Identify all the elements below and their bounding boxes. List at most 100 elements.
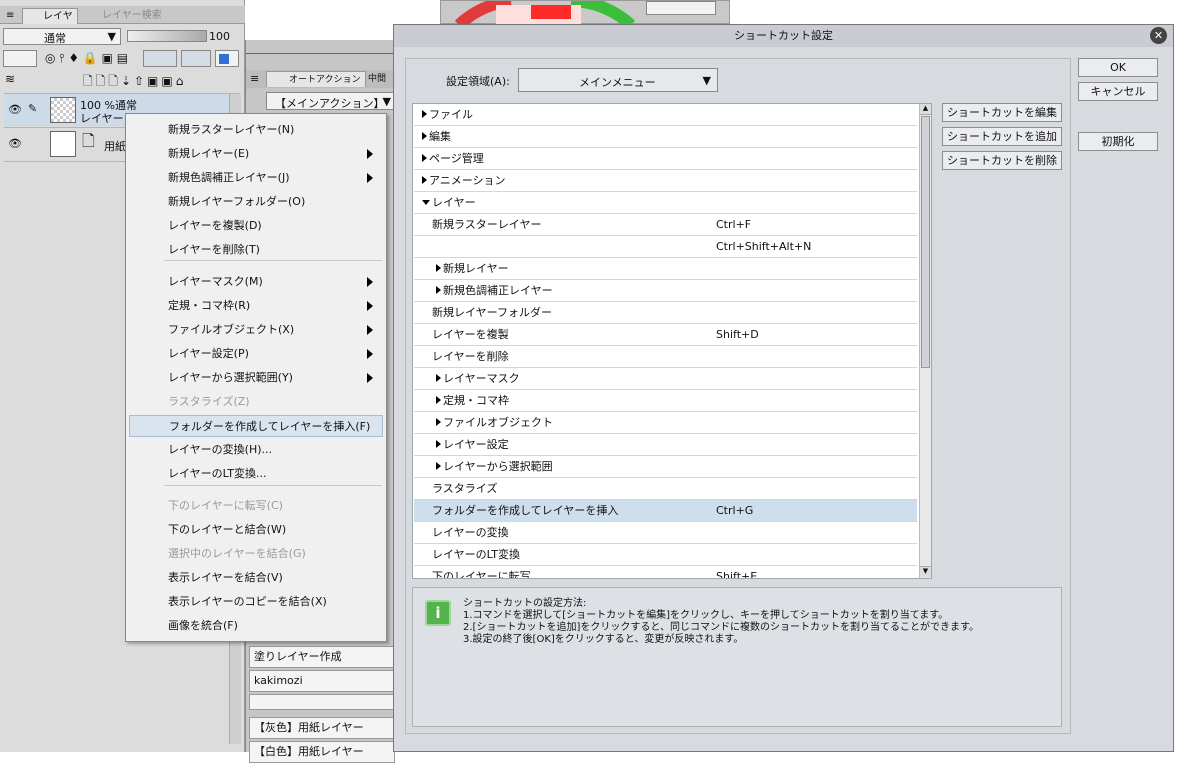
expand-right-icon[interactable] [436,418,441,426]
tree-row[interactable]: 下のレイヤーに転写 Shift+E [414,566,917,578]
tab-layer-search[interactable]: レイヤー検索 [82,8,166,24]
tree-row[interactable]: 新規レイヤー [414,258,917,280]
context-menu-item[interactable]: フォルダーを作成してレイヤーを挿入(F) [129,415,383,437]
opacity-slider[interactable] [127,30,207,42]
tree-row[interactable]: レイヤーマスク [414,368,917,390]
panel-menu-icon[interactable]: ≡ [250,72,259,85]
action-item[interactable] [249,694,395,710]
expand-right-icon[interactable] [436,440,441,448]
expand-right-icon[interactable] [422,110,427,118]
context-menu-item[interactable]: 定規・コマ枠(R) [129,295,383,317]
scroll-thumb[interactable] [921,116,930,368]
tree-row[interactable]: レイヤーの変換 [414,522,917,544]
cancel-button[interactable]: キャンセル [1078,82,1158,101]
delete-shortcut-button[interactable]: ショートカットを削除 [942,151,1062,170]
tree-row[interactable]: レイヤー設定 [414,434,917,456]
layer-color-swatch[interactable] [215,50,239,67]
layer-panel-tabbar: ≡ レイヤー レイヤー検索 [0,6,245,38]
context-menu-item[interactable]: 新規ラスターレイヤー(N) [129,119,383,141]
tree-row-label: ファイルオブジェクト [443,416,553,429]
context-menu-item[interactable]: 下のレイヤーと結合(W) [129,519,383,541]
context-menu-item-label: 新規レイヤー(E) [168,147,250,160]
context-menu-item-label: 表示レイヤーのコピーを結合(X) [168,595,327,608]
context-menu-item[interactable]: レイヤーを複製(D) [129,215,383,237]
tree-row[interactable]: レイヤーを複製 Shift+D [414,324,917,346]
context-menu-item[interactable]: 新規レイヤーフォルダー(O) [129,191,383,213]
tab-intermediate[interactable]: 中間 [364,71,390,87]
reset-button[interactable]: 初期化 [1078,132,1158,151]
context-menu-item[interactable]: レイヤーから選択範囲(Y) [129,367,383,389]
ruler-button[interactable] [181,50,211,67]
context-menu-item[interactable]: 画像を統合(F) [129,615,383,637]
area-select[interactable]: メインメニュー ▼ [518,68,718,92]
expand-right-icon[interactable] [436,374,441,382]
context-menu-item[interactable]: レイヤーの変換(H)... [129,439,383,461]
expand-right-icon[interactable] [422,132,427,140]
pen-tool-button[interactable] [646,1,716,15]
expand-right-icon[interactable] [436,462,441,470]
edit-shortcut-button[interactable]: ショートカットを編集 [942,103,1062,122]
tab-auto-action[interactable]: オートアクション [266,71,366,87]
expand-right-icon[interactable] [436,286,441,294]
tree-row-label: ページ管理 [429,152,484,165]
add-shortcut-button[interactable]: ショートカットを追加 [942,127,1062,146]
tree-row[interactable]: フォルダーを作成してレイヤーを挿入 Ctrl+G [414,500,917,522]
expand-right-icon[interactable] [436,264,441,272]
context-menu-item[interactable]: 表示レイヤーを結合(V) [129,567,383,589]
context-menu-item[interactable]: 新規色調補正レイヤー(J) [129,167,383,189]
action-item[interactable]: 【白色】用紙レイヤー [249,741,395,763]
tree-row[interactable]: 新規色調補正レイヤー [414,280,917,302]
context-menu-item[interactable]: 表示レイヤーのコピーを結合(X) [129,591,383,613]
context-menu-item[interactable]: レイヤーマスク(M) [129,271,383,293]
expand-right-icon[interactable] [436,396,441,404]
tree-row-label: フォルダーを作成してレイヤーを挿入 [432,504,619,517]
eye-icon[interactable]: 👁 [8,103,22,116]
tree-row[interactable]: ページ管理 [414,148,917,170]
context-menu-item[interactable]: レイヤーを削除(T) [129,239,383,261]
expand-right-icon[interactable] [422,176,427,184]
submenu-arrow-icon [367,149,373,159]
scroll-down-icon[interactable]: ▼ [920,566,931,577]
panel-menu-icon[interactable]: ≡ [2,8,18,24]
context-menu-item[interactable]: ファイルオブジェクト(X) [129,319,383,341]
tree-row[interactable]: レイヤーのLT変換 [414,544,917,566]
tree-scrollbar[interactable]: ▲ ▼ [919,104,931,578]
tree-row[interactable]: 編集 [414,126,917,148]
eye-icon[interactable]: 👁 [8,137,22,150]
action-item[interactable]: kakimozi [249,670,395,692]
close-icon[interactable]: ✕ [1150,27,1167,44]
info-line-1: 1.コマンドを選択して[ショートカットを編集]をクリックし、キーを押してショート… [463,610,949,621]
color-wheel-icon[interactable] [451,1,651,25]
tree-row[interactable]: レイヤーを削除 [414,346,917,368]
context-menu-item[interactable]: 新規レイヤー(E) [129,143,383,165]
action-item[interactable]: 塗りレイヤー作成 [249,646,395,668]
context-menu-item-label: 新規色調補正レイヤー(J) [168,171,290,184]
tree-row[interactable]: レイヤー [414,192,917,214]
ok-button[interactable]: OK [1078,58,1158,77]
new-layer-icons[interactable]: 🗋🗋🗋⇣⇧▣▣⌂ [83,72,186,93]
expand-right-icon[interactable] [422,154,427,162]
expand-down-icon[interactable] [422,200,430,205]
opacity-value[interactable]: 100 [209,30,230,43]
context-menu-item[interactable]: レイヤー設定(P) [129,343,383,365]
action-item[interactable]: 【灰色】用紙レイヤー [249,717,395,739]
layer-mask-button[interactable] [143,50,177,67]
tree-row[interactable]: 新規レイヤーフォルダー [414,302,917,324]
tab-layer[interactable]: レイヤー [22,8,78,38]
tree-row[interactable]: レイヤーから選択範囲 [414,456,917,478]
blend-mode-select[interactable]: 通常 ▼ [3,28,121,45]
tree-row[interactable]: ファイル [414,104,917,126]
tree-row[interactable]: アニメーション [414,170,917,192]
scroll-up-icon[interactable]: ▲ [920,104,931,115]
action-set-select[interactable]: 【メインアクション】 ▼ [266,92,396,110]
tree-row[interactable]: Ctrl+Shift+Alt+N [414,236,917,258]
layer-lock-icons[interactable]: ◎ ⫯ ♦ 🔒 ▣ ▤ [45,51,128,66]
layer-color-button[interactable] [3,50,37,67]
submenu-arrow-icon [367,301,373,311]
tree-row[interactable]: ラスタライズ [414,478,917,500]
tree-row[interactable]: 定規・コマ枠 [414,390,917,412]
pen-icon: ✎ [28,102,38,115]
tree-row[interactable]: ファイルオブジェクト [414,412,917,434]
tree-row[interactable]: 新規ラスターレイヤー Ctrl+F [414,214,917,236]
context-menu-item[interactable]: レイヤーのLT変換... [129,463,383,485]
